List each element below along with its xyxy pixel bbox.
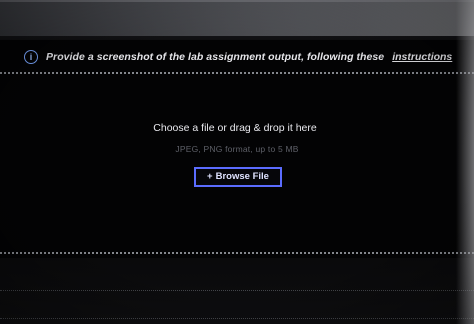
top-strip xyxy=(0,0,474,36)
screen-edge-glare xyxy=(456,0,474,324)
dropzone-title: Choose a file or drag & drop it here xyxy=(153,122,317,134)
dropzone-subtitle: JPEG, PNG format, up to 5 MB xyxy=(175,144,299,154)
lower-divider-2 xyxy=(0,318,474,319)
instruction-row: i Provide a screenshot of the lab assign… xyxy=(24,50,452,64)
lower-divider xyxy=(0,290,474,291)
info-icon: i xyxy=(24,50,38,64)
top-divider xyxy=(0,0,474,2)
dropzone-bottom-border xyxy=(0,252,474,254)
screenshot-frame: i Provide a screenshot of the lab assign… xyxy=(0,0,474,324)
browse-file-button[interactable]: + Browse File xyxy=(194,167,282,187)
dropzone-top-border xyxy=(0,72,474,74)
instructions-link[interactable]: instructions xyxy=(392,51,452,63)
instruction-text: Provide a screenshot of the lab assignme… xyxy=(46,51,385,63)
browse-file-label: Browse File xyxy=(215,171,269,182)
plus-icon: + xyxy=(207,171,213,182)
